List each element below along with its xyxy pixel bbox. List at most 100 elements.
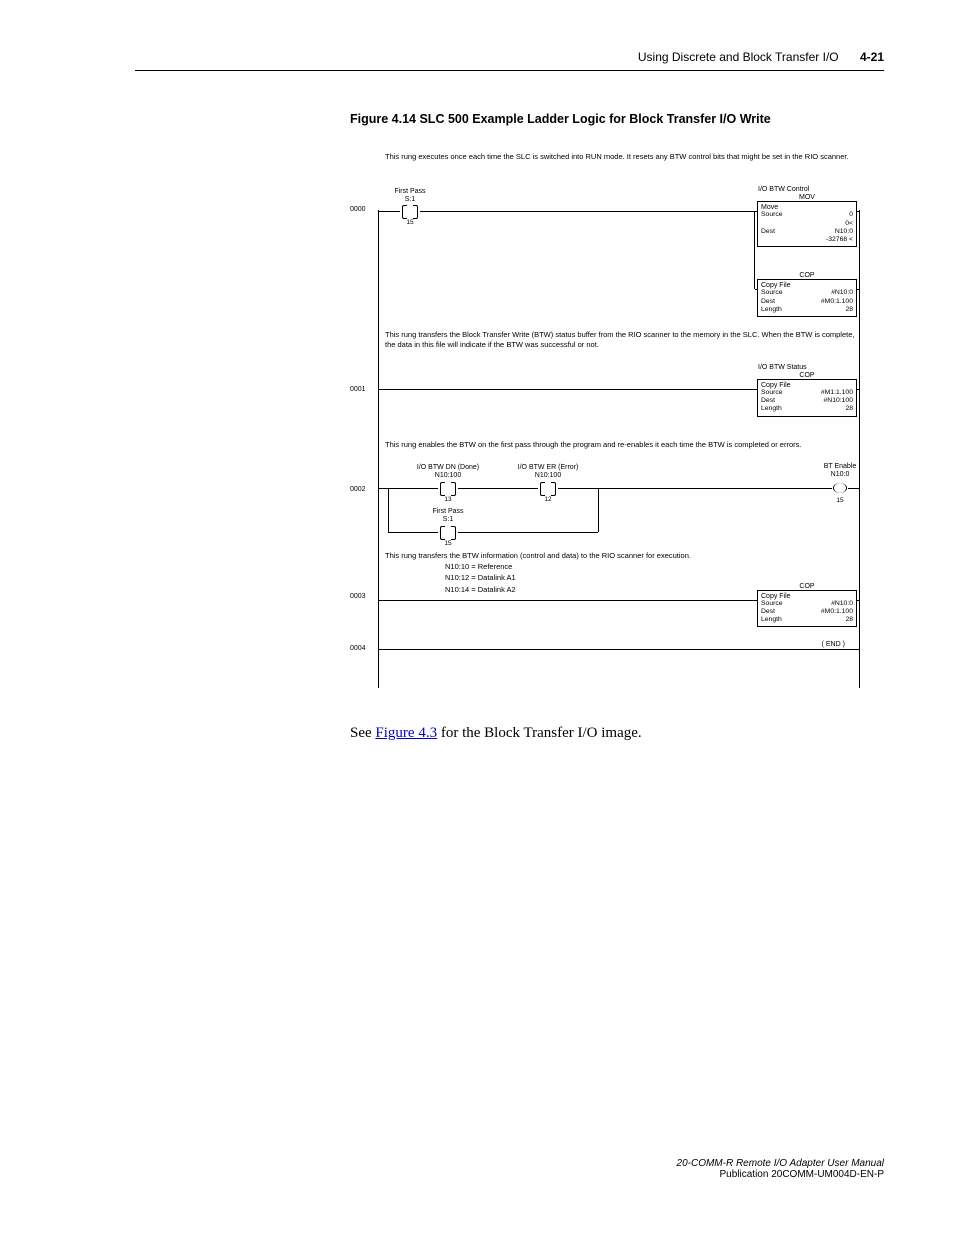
contact-label: First Pass S:1 xyxy=(394,188,425,203)
r2-bh xyxy=(388,532,598,533)
cop-title: COP xyxy=(797,372,816,379)
c3l2: S:1 xyxy=(443,516,454,523)
mov-dst-v: N10:0 xyxy=(802,228,853,236)
rung-0: This rung executes once each time the SL… xyxy=(350,152,860,212)
c1s: 13 xyxy=(444,496,451,503)
c2l2: N10:100 xyxy=(535,472,561,479)
contact-l1: First Pass xyxy=(394,188,425,195)
contact-sub: 15 xyxy=(406,219,413,226)
rung-2-contact-error: I/O BTW ER (Error) N10:100 12 xyxy=(538,482,558,494)
s-l: Source xyxy=(761,600,798,608)
mov-src2: 0< xyxy=(802,220,853,228)
d-l: Dest xyxy=(761,608,798,616)
s-v: #N10:0 xyxy=(798,600,853,608)
header-section-title: Using Discrete and Block Transfer I/O xyxy=(638,50,839,64)
rung-2-number: 0002 xyxy=(350,486,366,493)
cop-src-v: #N10:0 xyxy=(798,289,853,297)
l-l: Length xyxy=(761,616,798,624)
rung-1-number: 0001 xyxy=(350,386,366,393)
header-page-number: 4-21 xyxy=(860,50,884,64)
c-dst-l: Dest xyxy=(761,397,798,405)
rung-2-contact-firstpass: First Pass S:1 15 xyxy=(438,526,458,538)
rung-0-number: 0000 xyxy=(350,206,366,213)
footer-publication: Publication 20COMM-UM004D-EN-P xyxy=(677,1169,884,1180)
rung-2-coil-btenable: BT Enable N10:0 15 xyxy=(832,481,848,495)
rung-0-branch-v xyxy=(754,211,755,289)
mov-dst-l: Dest xyxy=(761,228,802,236)
footer-manual-title: 20-COMM-R Remote I/O Adapter User Manual xyxy=(677,1158,884,1169)
body-post: for the Block Transfer I/O image. xyxy=(437,725,642,741)
rung-3-sub1: N10:10 = Reference xyxy=(445,562,860,571)
r2-bv1 xyxy=(388,488,389,532)
c2l1: I/O BTW ER (Error) xyxy=(518,464,579,471)
lbl: I/O BTW ER (Error) N10:100 xyxy=(518,464,579,479)
cop-name: Copy File xyxy=(761,282,853,289)
rung-0-line: First Pass S:1 15 I/O BTW Control MOV Mo… xyxy=(378,211,860,212)
c3s: 15 xyxy=(444,540,451,547)
rung-3: This rung transfers the BTW information … xyxy=(350,551,860,602)
rung-2: This rung enables the BTW on the first p… xyxy=(350,440,860,488)
c3l1: First Pass xyxy=(432,508,463,515)
mov-name: Move xyxy=(761,204,853,211)
rung-1-line: I/O BTW Status COP Copy File Source#M1:1… xyxy=(378,389,860,390)
rung-3-cop-block: COP Copy File Source#N10:0 Dest#M0:1.100… xyxy=(757,590,857,627)
cop-src-l: Source xyxy=(761,289,798,297)
c-src-v: #M1:1.100 xyxy=(798,389,853,397)
d-v: #M0:1.100 xyxy=(798,608,853,616)
lbl: I/O BTW DN (Done) N10:100 xyxy=(417,464,479,479)
r2-bv2 xyxy=(598,488,599,532)
cl2: N10:0 xyxy=(831,471,850,478)
mov-src-l: Source xyxy=(761,211,802,219)
mov-header: I/O BTW Control xyxy=(758,186,809,193)
rung-1: This rung transfers the Block Transfer W… xyxy=(350,330,860,390)
rung-4: 0004 END xyxy=(350,649,860,650)
cop-dst-l: Dest xyxy=(761,298,798,306)
ladder-diagram: This rung executes once each time the SL… xyxy=(350,152,860,692)
rung-3-number: 0003 xyxy=(350,593,366,600)
rung-4-number: 0004 xyxy=(350,645,366,652)
page-header: Using Discrete and Block Transfer I/O 4-… xyxy=(638,50,884,64)
c-len-l: Length xyxy=(761,405,798,413)
rung-0-cop-block: COP Copy File Source#N10:0 Dest#M0:1.100… xyxy=(757,279,857,316)
rung-4-line: END xyxy=(378,649,860,650)
c-len-v: 28 xyxy=(798,405,853,413)
cop-header: I/O BTW Status xyxy=(758,364,807,371)
figure-link[interactable]: Figure 4.3 xyxy=(375,725,437,741)
cop-name: Copy File xyxy=(761,382,853,389)
cl1: BT Enable xyxy=(824,463,857,470)
rung-1-desc: This rung transfers the Block Transfer W… xyxy=(385,330,860,349)
body-paragraph: See Figure 4.3 for the Block Transfer I/… xyxy=(350,725,642,742)
c-src-l: Source xyxy=(761,389,798,397)
cop-len-v: 28 xyxy=(798,306,853,314)
mov-dst2: -32768 < xyxy=(802,236,853,244)
cls: 15 xyxy=(836,497,843,504)
body-pre: See xyxy=(350,725,375,741)
cop-title: COP xyxy=(797,583,816,590)
rung-0-contact-firstpass: First Pass S:1 15 xyxy=(400,205,420,217)
l-v: 28 xyxy=(798,616,853,624)
rung-3-line: COP Copy File Source#N10:0 Dest#M0:1.100… xyxy=(378,600,860,601)
rung-2-desc: This rung enables the BTW on the first p… xyxy=(385,440,860,449)
page-footer: 20-COMM-R Remote I/O Adapter User Manual… xyxy=(677,1158,884,1180)
rung-3-sub2: N10:12 = Datalink A1 xyxy=(445,573,860,582)
contact-l2: S:1 xyxy=(405,196,416,203)
rung-2-line: I/O BTW DN (Done) N10:100 13 I/O BTW ER … xyxy=(378,488,860,489)
cop-name: Copy File xyxy=(761,593,853,600)
cop-dst-v: #M0:1.100 xyxy=(798,298,853,306)
lbl: First Pass S:1 xyxy=(432,508,463,523)
coil-lbl: BT Enable N10:0 xyxy=(824,463,857,478)
rung-3-desc: This rung transfers the BTW information … xyxy=(385,551,860,560)
figure-caption: Figure 4.14 SLC 500 Example Ladder Logic… xyxy=(350,112,771,126)
c1l2: N10:100 xyxy=(435,472,461,479)
c1l1: I/O BTW DN (Done) xyxy=(417,464,479,471)
c2s: 12 xyxy=(544,496,551,503)
mov-src-v: 0 xyxy=(802,211,853,219)
rung-0-mov-block: I/O BTW Control MOV Move Source0 0< Dest… xyxy=(757,201,857,247)
rung-0-desc: This rung executes once each time the SL… xyxy=(385,152,860,161)
rung-1-cop-block: I/O BTW Status COP Copy File Source#M1:1… xyxy=(757,379,857,416)
cop-title: COP xyxy=(797,272,816,279)
mov-title: MOV xyxy=(797,194,817,201)
c-dst-v: #N10:100 xyxy=(798,397,853,405)
rung-2-contact-done: I/O BTW DN (Done) N10:100 13 xyxy=(438,482,458,494)
cop-len-l: Length xyxy=(761,306,798,314)
